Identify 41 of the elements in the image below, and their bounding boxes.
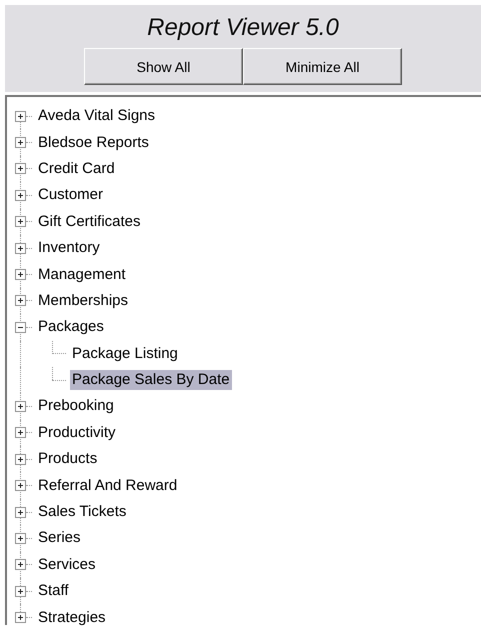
tree-item[interactable]: Gift Certificates [36,212,143,232]
expand-icon[interactable] [15,295,26,306]
expand-icon[interactable] [15,480,26,492]
expand-icon[interactable] [15,242,26,254]
tree-item[interactable]: Products [36,449,100,470]
expand-icon[interactable] [15,532,26,544]
toolbar-button[interactable]: Minimize All [243,48,402,85]
tree-item[interactable]: Sales Tickets [36,502,128,522]
tree-item[interactable]: Referral And Reward [36,476,180,496]
tree-item[interactable]: Memberships [36,290,130,311]
expand-icon[interactable] [15,269,26,280]
tree-item[interactable]: Prebooking [36,396,116,416]
tree-item[interactable]: Packages [36,317,106,338]
tree-item[interactable]: Inventory [36,238,102,258]
collapse-icon[interactable] [15,322,26,333]
tree-item[interactable]: Services [36,554,98,575]
expand-icon[interactable] [15,612,26,624]
tree-item[interactable]: Aveda Vital Signs [36,106,158,126]
tree-item[interactable]: Series [36,528,83,548]
tree-item[interactable]: Bledsoe Reports [36,132,151,153]
expand-icon[interactable] [15,559,26,570]
expand-icon[interactable] [15,586,26,597]
toolbar-button[interactable]: Show All [84,48,243,85]
expand-icon[interactable] [15,137,26,148]
expand-icon[interactable] [15,216,26,228]
tree-item[interactable]: Management [36,264,128,285]
app-title: Report Viewer 5.0 [147,14,339,42]
tree-item[interactable]: Credit Card [36,158,117,179]
expand-icon[interactable] [15,400,26,412]
tree-item[interactable]: Customer [36,185,106,206]
expand-icon[interactable] [15,506,26,518]
tree-item[interactable]: Strategies [36,608,108,628]
tree-item[interactable]: Package Sales By Date [70,370,232,390]
expand-icon[interactable] [15,190,26,201]
expand-icon[interactable] [15,454,26,465]
expand-icon[interactable] [15,110,26,122]
expand-icon[interactable] [15,427,26,438]
tree-item[interactable]: Staff [36,581,71,602]
tree-item[interactable]: Productivity [36,422,118,443]
expand-icon[interactable] [15,163,26,174]
tree-item[interactable]: Package Listing [70,344,180,364]
